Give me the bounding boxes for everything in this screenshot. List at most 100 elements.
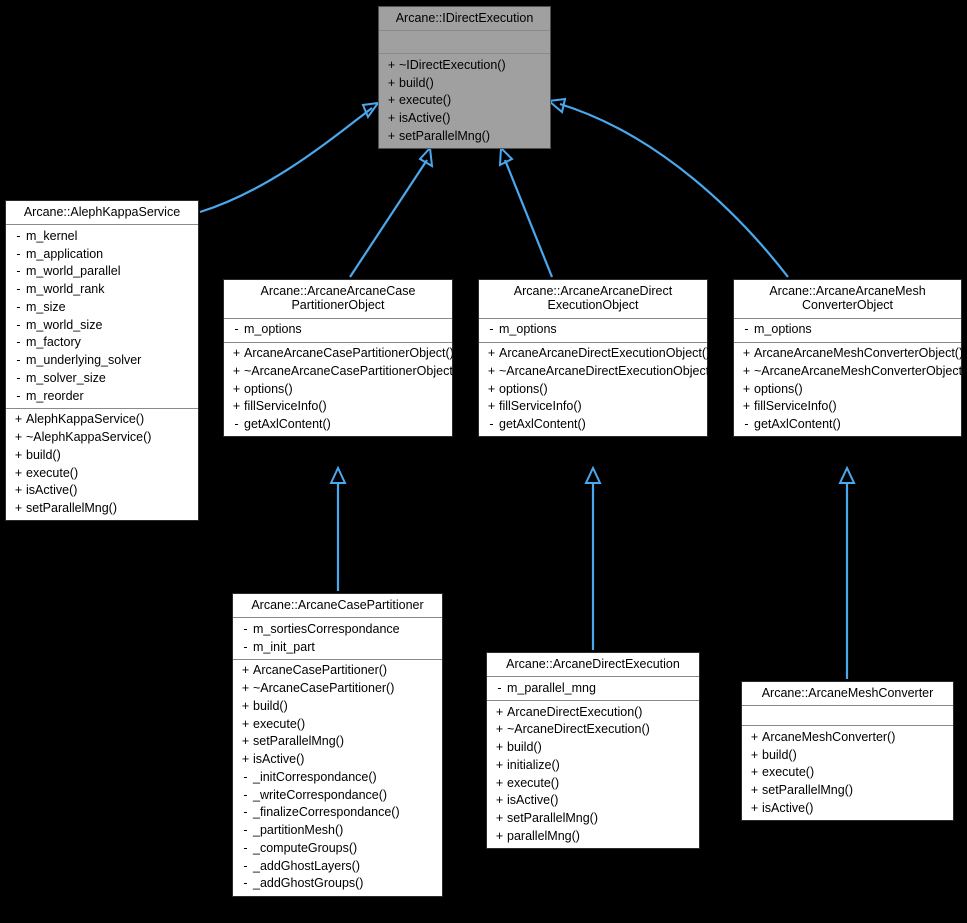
class-methods-section: + ArcaneArcaneCasePartitionerObject() + ~Ar… <box>224 342 461 437</box>
class-member-row: + execute() <box>6 464 198 482</box>
member-name: getAxlContent() <box>244 417 331 431</box>
member-visibility: - <box>16 370 21 385</box>
member-visibility: + <box>487 363 496 378</box>
member-visibility: - <box>744 417 749 431</box>
edge-meshconverterobject-to-idirectexecution <box>546 97 789 278</box>
member-name: m_kernel <box>26 228 78 243</box>
class-attributes-section: - m_options <box>479 318 707 343</box>
class-member-row: + setParallelMng() <box>742 782 953 800</box>
class-box-arcanecasepartitioner[interactable]: Arcane::ArcaneCasePartitioner - m_sorties… <box>232 593 443 897</box>
member-visibility: + <box>742 346 751 360</box>
member-name: isActive() <box>507 793 559 808</box>
member-visibility: - <box>243 858 248 873</box>
class-title: Arcane::ArcaneCasePartitioner <box>233 594 442 619</box>
member-name: isActive() <box>762 800 814 815</box>
member-visibility: - <box>16 353 21 368</box>
class-member-row: + ~ArcaneArcaneDirectExecutionObject() <box>479 362 718 380</box>
member-name: m_options <box>244 322 302 337</box>
class-member-row: - m_factory <box>6 334 198 352</box>
class-member-row: - m_kernel <box>6 227 198 245</box>
edge-alephkappaservice-to-idirectexecution <box>199 101 381 214</box>
class-attributes-section: - m_options <box>734 318 961 343</box>
member-name: getAxlContent() <box>754 417 841 431</box>
class-member-row: + setParallelMng() <box>6 500 198 518</box>
member-visibility: + <box>14 483 23 498</box>
member-visibility: + <box>487 399 496 414</box>
member-visibility: + <box>487 381 496 396</box>
uml-class-diagram: Arcane::IDirectExecution + ~IDirectExecut… <box>0 0 967 923</box>
member-name: ~ArcaneArcaneMeshConverterObject() <box>754 363 967 378</box>
member-visibility: + <box>495 775 504 790</box>
member-name: build() <box>507 740 542 755</box>
member-name: m_application <box>26 246 104 261</box>
member-visibility: - <box>234 417 239 431</box>
member-visibility: - <box>497 680 502 695</box>
member-visibility: - <box>243 805 248 820</box>
member-name: _writeCorrespondance() <box>253 787 388 802</box>
class-title: Arcane::ArcaneArcaneMesh ConverterObject <box>734 280 961 319</box>
class-member-row: - _addGhostLayers() <box>233 857 442 875</box>
class-member-row: + ArcaneArcaneCasePartitionerObject() <box>224 345 454 363</box>
class-member-row: + ArcaneCasePartitioner() <box>233 662 442 680</box>
class-member-row: + options() <box>479 380 707 398</box>
class-member-row: + ~ArcaneDirectExecution() <box>487 721 699 739</box>
class-box-arcanedirectexecution[interactable]: Arcane::ArcaneDirectExecution - m_paralle… <box>486 652 700 850</box>
member-visibility: + <box>241 681 250 696</box>
class-member-row: + setParallelMng() <box>379 127 550 145</box>
class-member-row: - m_application <box>6 245 198 263</box>
class-member-row: - m_sortiesCorrespondance <box>233 620 442 638</box>
member-visibility: - <box>234 322 239 337</box>
member-name: ArcaneArcaneMeshConverterObject() <box>754 346 964 360</box>
class-attributes-section: - m_options <box>224 318 452 343</box>
member-name: fillServiceInfo() <box>244 399 327 414</box>
class-member-row: + build() <box>233 697 442 715</box>
member-name: ~ArcaneCasePartitioner() <box>253 681 395 696</box>
class-member-row: - m_options <box>224 321 452 339</box>
class-box-arcanearcanecasepartitionerobject[interactable]: Arcane::ArcaneArcaneCase PartitionerObje… <box>223 279 461 438</box>
member-name: ArcaneMeshConverter() <box>762 729 896 744</box>
class-member-row: + build() <box>379 74 550 92</box>
member-visibility: + <box>232 399 241 414</box>
edge-arcanedirectexecution-to-directexecutionobject <box>584 465 602 650</box>
class-attributes-section <box>742 706 953 727</box>
edge-directexecutionobject-to-idirectexecution <box>498 145 554 278</box>
class-title: Arcane::ArcaneMeshConverter <box>742 682 953 707</box>
member-name: ArcaneDirectExecution() <box>507 704 643 719</box>
class-attributes-section <box>379 31 550 55</box>
member-visibility: + <box>232 346 241 360</box>
member-visibility: + <box>14 430 23 445</box>
member-name: m_solver_size <box>26 370 106 385</box>
class-box-arcanemeshconverter[interactable]: Arcane::ArcaneMeshConverter + ArcaneMeshC… <box>741 681 954 822</box>
member-name: build() <box>399 75 434 90</box>
class-box-idirectexecution[interactable]: Arcane::IDirectExecution + ~IDirectExecut… <box>378 6 551 150</box>
member-name: isActive() <box>399 111 451 126</box>
class-box-arcanearcanedirectexecutionobject[interactable]: Arcane::ArcaneArcaneDirect ExecutionObje… <box>478 279 718 438</box>
member-name: fillServiceInfo() <box>499 399 582 414</box>
class-member-row: + execute() <box>487 774 699 792</box>
member-name: parallelMng() <box>507 828 580 843</box>
member-name: execute() <box>507 775 560 790</box>
class-box-alephkappaservice[interactable]: Arcane::AlephKappaService - m_kernel - m_ap… <box>5 200 199 522</box>
member-name: fillServiceInfo() <box>754 399 837 414</box>
class-member-row: + build() <box>487 739 699 757</box>
class-member-row: - getAxlContent() <box>479 416 707 434</box>
class-member-row: + fillServiceInfo() <box>479 398 707 416</box>
member-visibility: + <box>750 765 759 780</box>
class-member-row: - getAxlContent() <box>734 416 961 434</box>
class-member-row: + build() <box>6 446 198 464</box>
member-name: m_sortiesCorrespondance <box>253 621 400 636</box>
class-member-row: + parallelMng() <box>487 827 699 845</box>
class-box-arcanearcanemeshconverterobject[interactable]: Arcane::ArcaneArcaneMesh ConverterObject… <box>733 279 967 438</box>
member-visibility: - <box>16 335 21 350</box>
class-member-row: + ~ArcaneArcaneCasePartitionerObject() <box>224 362 461 380</box>
member-name: ~ArcaneDirectExecution() <box>507 722 650 737</box>
edge-arcanecasepartitioner-to-casepartitionerobject <box>329 465 347 591</box>
member-visibility: - <box>243 876 248 891</box>
member-name: ~IDirectExecution() <box>399 57 506 72</box>
class-member-row: + setParallelMng() <box>233 733 442 751</box>
member-visibility: - <box>16 299 21 314</box>
class-methods-section: + AlephKappaService() + ~AlephKappaService(… <box>6 408 198 521</box>
class-member-row: - m_init_part <box>233 638 442 656</box>
member-name: _addGhostLayers() <box>253 858 361 873</box>
member-name: m_options <box>754 322 812 337</box>
